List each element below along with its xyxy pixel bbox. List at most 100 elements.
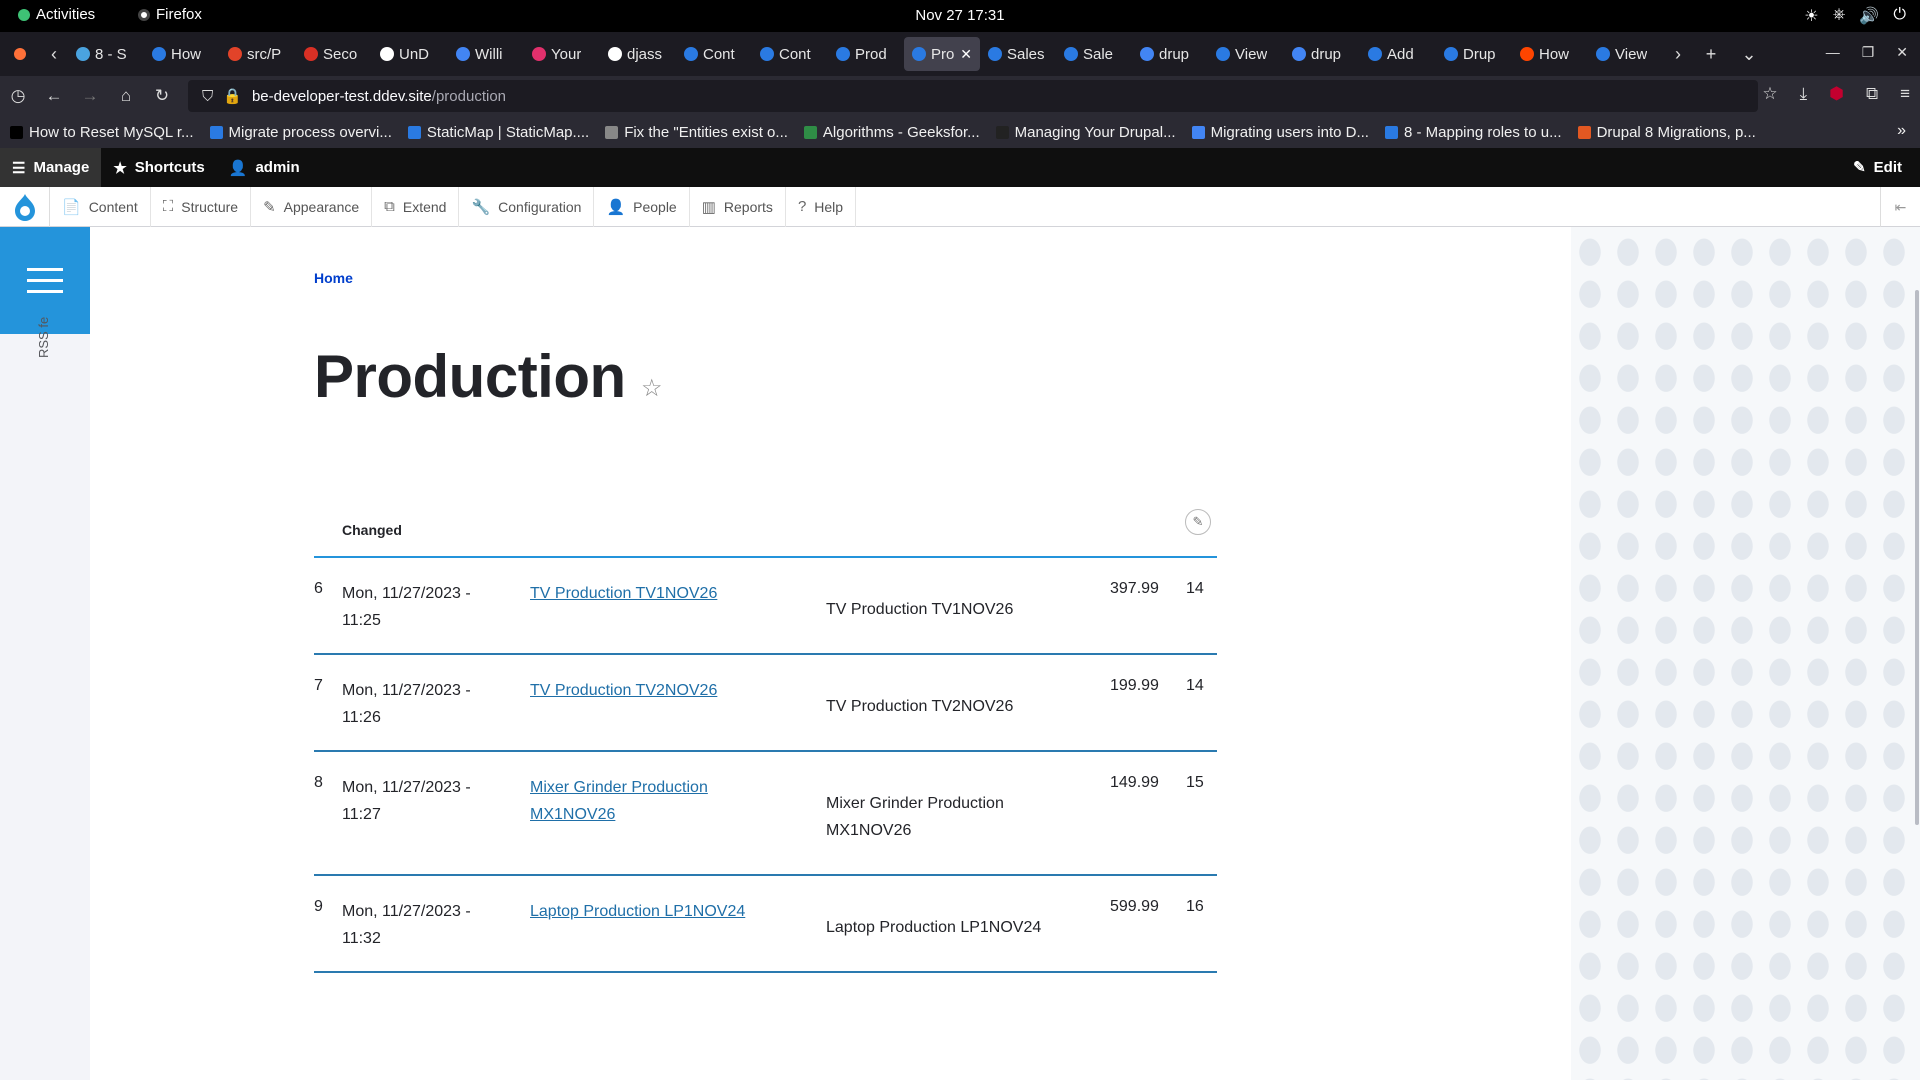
scrollbar[interactable] (1915, 290, 1919, 825)
system-tray[interactable]: ☀ ⎈ 🔊 ⏻ (1804, 6, 1906, 26)
bookmark-item[interactable]: Managing Your Drupal... (995, 124, 1176, 141)
bookmark-item[interactable]: Fix the "Entities exist o... (605, 124, 788, 141)
cell-title-link[interactable]: TV Production TV1NOV26 (530, 580, 760, 607)
clock[interactable]: Nov 27 17:31 (0, 7, 1920, 24)
tab-favicon-icon (1368, 47, 1382, 61)
history-icon[interactable]: ◷ (0, 86, 36, 106)
shield-icon[interactable]: ⛉ (202, 88, 213, 105)
browser-tab[interactable]: Pro ✕ (904, 37, 980, 71)
edit-view-pencil-icon[interactable]: ✎ (1185, 509, 1211, 535)
bookmark-label: 8 - Mapping roles to u... (1403, 123, 1562, 141)
downloads-icon[interactable]: ⤓ (1800, 84, 1808, 104)
browser-tab[interactable]: djass (600, 37, 676, 71)
close-tab-icon[interactable]: ✕ (960, 46, 972, 63)
close-window-icon[interactable]: ✕ (1896, 44, 1908, 61)
menu-item-extend[interactable]: ⧉ Extend (372, 186, 460, 227)
bookmark-item[interactable]: Drupal 8 Migrations, p... (1577, 124, 1756, 141)
ublock-icon[interactable]: ⬢ (1829, 84, 1844, 104)
menu-item-content[interactable]: 📄 Content (50, 186, 151, 227)
browser-tab[interactable]: Cont (752, 37, 828, 71)
collapse-toolbar-icon[interactable]: ⇤ (1880, 187, 1920, 227)
extend-icon: ⧉ (384, 198, 395, 215)
menu-item-help[interactable]: ? Help (786, 186, 857, 227)
rss-feed-link[interactable]: RSS fe (36, 317, 51, 358)
browser-tab[interactable]: How (144, 37, 220, 71)
menu-item-label: Extend (402, 198, 447, 215)
cell-price: 397.99 (1110, 580, 1159, 597)
restore-icon[interactable]: ❐ (1862, 44, 1875, 61)
browser-tab[interactable]: drup (1132, 37, 1208, 71)
lock-icon[interactable]: 🔒 (223, 87, 242, 105)
bookmark-star-icon[interactable]: ☆ (1762, 84, 1777, 104)
extensions-icon[interactable]: ⧉ (1866, 84, 1878, 104)
edit-button[interactable]: ✎ Edit (1853, 158, 1902, 177)
browser-tab[interactable]: Drup (1436, 37, 1512, 71)
browser-tab[interactable]: View (1208, 37, 1284, 71)
manage-tab[interactable]: ☰ Manage (0, 148, 102, 187)
breadcrumb-home[interactable]: Home (314, 270, 353, 286)
bookmark-item[interactable]: Migrating users into D... (1191, 124, 1369, 141)
browser-tab[interactable]: UnD (372, 37, 448, 71)
table-body: 6 Mon, 11/27/2023 - 11:25 TV Production TV1… (314, 558, 1217, 973)
tab-favicon-icon (456, 47, 470, 61)
cell-changed: Mon, 11/27/2023 - 11:26 (342, 677, 492, 731)
browser-tab[interactable]: Seco (296, 37, 372, 71)
browser-tab[interactable]: Your (524, 37, 600, 71)
cell-title-link[interactable]: TV Production TV2NOV26 (530, 677, 760, 704)
cell-title-link[interactable]: Mixer Grinder Production MX1NOV26 (530, 774, 760, 828)
minimize-icon[interactable]: — (1826, 44, 1840, 61)
shortcuts-tab[interactable]: ★ Shortcuts (101, 148, 216, 187)
tab-label: Prod (855, 45, 887, 63)
more-bookmarks-icon[interactable]: » (1897, 122, 1906, 140)
browser-tab[interactable]: Sales (980, 37, 1056, 71)
cell-title-link[interactable]: Laptop Production LP1NOV24 (530, 898, 760, 925)
drupal-logo-icon[interactable] (0, 186, 50, 227)
bookmark-item[interactable]: Migrate process overvi... (209, 124, 392, 141)
tabs-list: 8 - S How src/P Seco UnD Willi Your djass Cont Co… (68, 37, 1664, 71)
list-all-tabs-icon[interactable]: ⌄ (1730, 44, 1768, 65)
browser-tab[interactable]: drup (1284, 37, 1360, 71)
reload-icon[interactable]: ↻ (144, 86, 180, 106)
cell-changed: Mon, 11/27/2023 - 11:25 (342, 580, 492, 634)
app-menu[interactable]: Firefox (138, 6, 202, 23)
network-icon[interactable]: ⎈ (1833, 6, 1846, 26)
browser-tab[interactable]: src/P (220, 37, 296, 71)
brightness-icon[interactable]: ☀ (1804, 6, 1818, 26)
browser-tab[interactable]: Prod (828, 37, 904, 71)
firefox-view-button[interactable] (0, 48, 40, 60)
activities-button[interactable]: Activities (18, 6, 95, 23)
menu-item-reports[interactable]: ▥ Reports (690, 186, 786, 227)
tab-favicon-icon (532, 47, 546, 61)
browser-tab[interactable]: Cont (676, 37, 752, 71)
bookmark-item[interactable]: 8 - Mapping roles to u... (1384, 123, 1562, 141)
app-menu-icon[interactable]: ≡ (1900, 84, 1910, 104)
browser-tab[interactable]: 8 - S (68, 37, 144, 71)
url-bar[interactable]: ⛉ 🔒 be-developer-test.ddev.site/producti… (188, 80, 1758, 112)
browser-tab[interactable]: Willi (448, 37, 524, 71)
bookmark-item[interactable]: StaticMap | StaticMap.... (407, 124, 589, 141)
back-icon[interactable]: ← (36, 86, 72, 106)
column-header-changed[interactable]: Changed (342, 522, 402, 538)
home-icon[interactable]: ⌂ (108, 86, 144, 106)
menu-item-people[interactable]: 👤 People (594, 186, 690, 227)
user-label: admin (255, 159, 300, 176)
browser-tab[interactable]: Sale (1056, 37, 1132, 71)
menu-item-configuration[interactable]: 🔧 Configuration (459, 186, 595, 227)
cell-title: TV Production TV2NOV26 (826, 698, 1014, 715)
add-shortcut-star-icon[interactable]: ☆ (641, 374, 663, 403)
browser-tab[interactable]: Add (1360, 37, 1436, 71)
bookmark-item[interactable]: Algorithms - Geeksfor... (803, 124, 980, 141)
scroll-tabs-right-icon[interactable]: › (1664, 44, 1692, 65)
volume-icon[interactable]: 🔊 (1859, 6, 1879, 26)
power-icon[interactable]: ⏻ (1893, 6, 1906, 26)
browser-tab[interactable]: How (1512, 37, 1588, 71)
tab-favicon-icon (1520, 47, 1534, 61)
new-tab-icon[interactable]: + (1692, 44, 1730, 65)
menu-item-appearance[interactable]: ✎ Appearance (251, 186, 373, 227)
bookmark-item[interactable]: How to Reset MySQL r... (10, 124, 194, 141)
menu-item-structure[interactable]: ⛶ Structure (151, 186, 252, 227)
user-tab[interactable]: 👤 admin (217, 148, 312, 187)
browser-tab[interactable]: View (1588, 37, 1664, 71)
scroll-tabs-left-icon[interactable]: ‹ (40, 44, 68, 65)
forward-icon[interactable]: → (72, 86, 108, 106)
